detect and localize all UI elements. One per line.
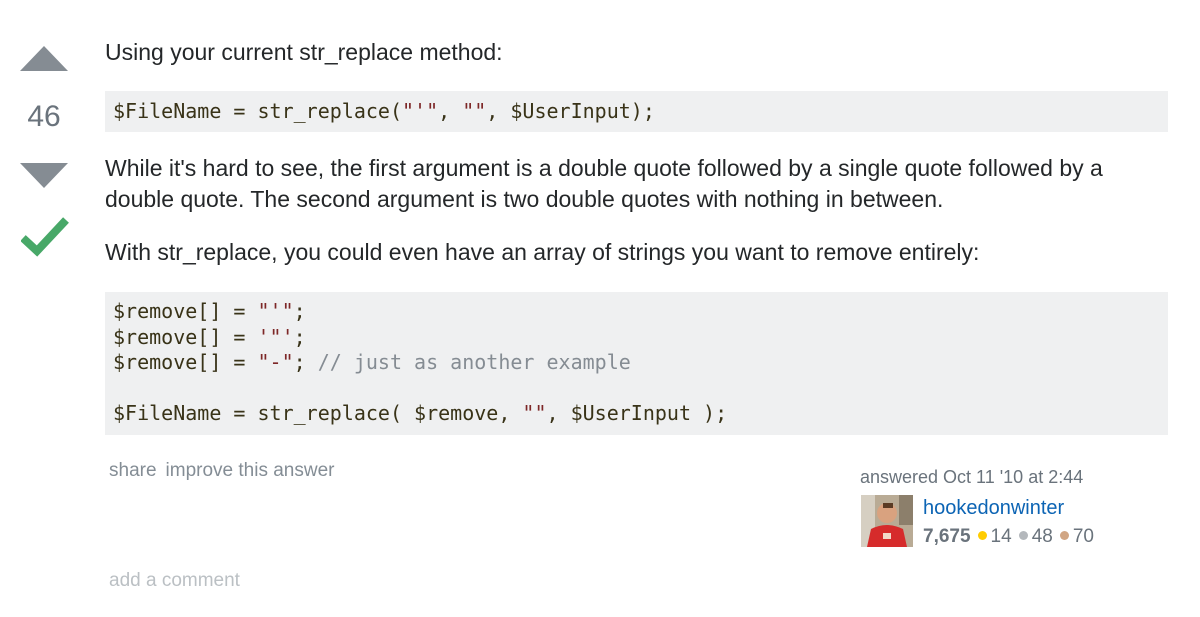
code-token-plain: ; [293, 299, 306, 323]
code-token-string: "-" [257, 350, 294, 374]
add-comment-link[interactable]: add a comment [109, 570, 240, 592]
code-token-string: "'" [401, 99, 439, 123]
username-link[interactable]: hookedonwinter [923, 497, 1064, 520]
silver-badge-count: 48 [1031, 526, 1053, 547]
code-token-plain: ; [293, 350, 318, 374]
reputation-score: 7,675 [923, 526, 971, 547]
code-token-plain: , $UserInput ); [546, 401, 728, 425]
code-line: $remove[] = "-"; // just as another exam… [113, 350, 1168, 376]
intro-paragraph: Using your current str_replace method: [105, 39, 503, 65]
avatar-image-icon [861, 495, 913, 547]
code-token-plain: ; [293, 324, 306, 349]
upvote-arrow-icon[interactable] [20, 46, 68, 71]
post-menu: share improve this answer [109, 460, 343, 482]
avatar[interactable] [861, 495, 913, 547]
code-token-plain: $FileName = str_replace( [113, 99, 402, 123]
code-token-plain: , [438, 99, 463, 123]
code-token-string: "" [522, 401, 547, 425]
code-token-comment: // just as another example [317, 350, 631, 374]
array-paragraph: With str_replace, you could even have an… [105, 239, 980, 265]
code-line: $remove[] = '"'; [113, 325, 1168, 351]
explanation-line-2: double quote. The second argument is two… [105, 186, 944, 212]
explanation-line-1: While it's hard to see, the first argume… [105, 155, 1103, 181]
vote-count: 46 [27, 100, 61, 133]
improve-answer-link[interactable]: improve this answer [166, 460, 335, 481]
accepted-check-icon [21, 217, 69, 257]
code-token-plain: $remove[] = [113, 299, 258, 323]
answered-timestamp: answered Oct 11 '10 at 2:44 [860, 467, 1084, 487]
code-token-plain: , $UserInput); [486, 99, 655, 123]
gold-badge-icon [977, 531, 987, 541]
share-link[interactable]: share [109, 460, 157, 481]
explanation-paragraph: While it's hard to see, the first argume… [105, 153, 1103, 215]
gold-badge-count: 14 [990, 526, 1012, 547]
code-token-plain: $remove[] = [113, 350, 258, 374]
code-token-string: "" [462, 99, 487, 123]
reputation-flair: 7,675 14 48 70 [923, 526, 1094, 548]
code-token-string: '"' [257, 324, 294, 349]
downvote-arrow-icon[interactable] [20, 163, 68, 188]
bronze-badge-icon [1059, 531, 1069, 541]
code-token-plain: $FileName = str_replace( $remove, [113, 401, 523, 425]
bronze-badge-count: 70 [1072, 526, 1094, 547]
code-token-plain: $remove[] = [113, 324, 258, 349]
code-line: $remove[] = "'"; [113, 299, 1168, 325]
silver-badge-icon [1018, 531, 1028, 541]
code-block-1: $FileName = str_replace("'", "", $UserIn… [105, 91, 1168, 132]
code-line: $FileName = str_replace( $remove, "", $U… [113, 401, 1168, 427]
code-block-2: $remove[] = "'"; $remove[] = '"'; $remove[… [105, 292, 1168, 435]
code-token-string: "'" [257, 299, 294, 323]
